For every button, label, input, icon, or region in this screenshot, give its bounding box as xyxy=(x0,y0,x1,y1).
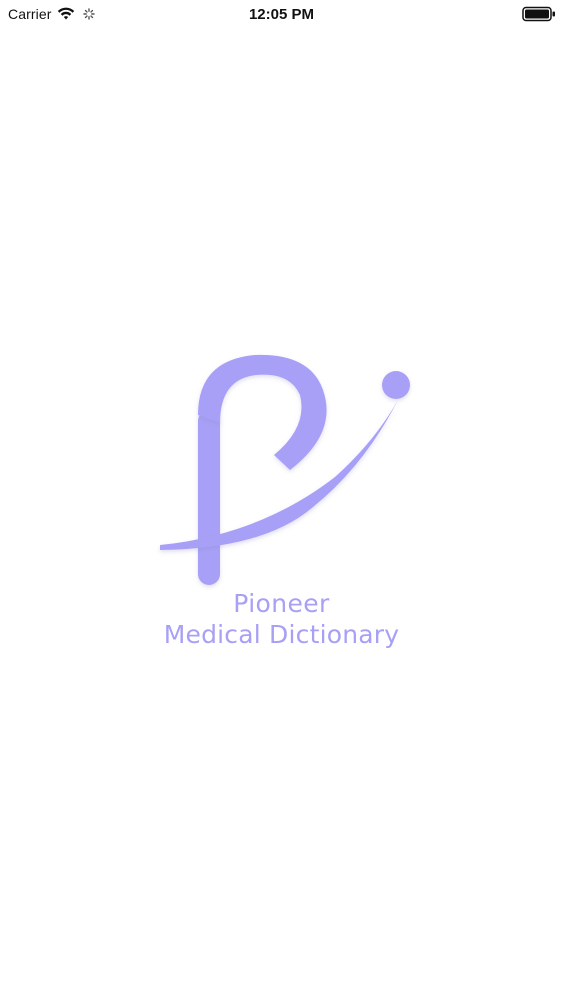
app-name: Pioneer Medical Dictionary xyxy=(0,588,563,650)
status-bar: Carrier 12:05 PM xyxy=(0,0,563,30)
app-name-line-1: Pioneer xyxy=(233,589,330,618)
pioneer-p-logo-icon xyxy=(160,354,410,585)
battery-icon xyxy=(522,6,555,22)
status-time: 12:05 PM xyxy=(248,6,315,23)
app-name-line-2: Medical Dictionary xyxy=(163,620,400,649)
